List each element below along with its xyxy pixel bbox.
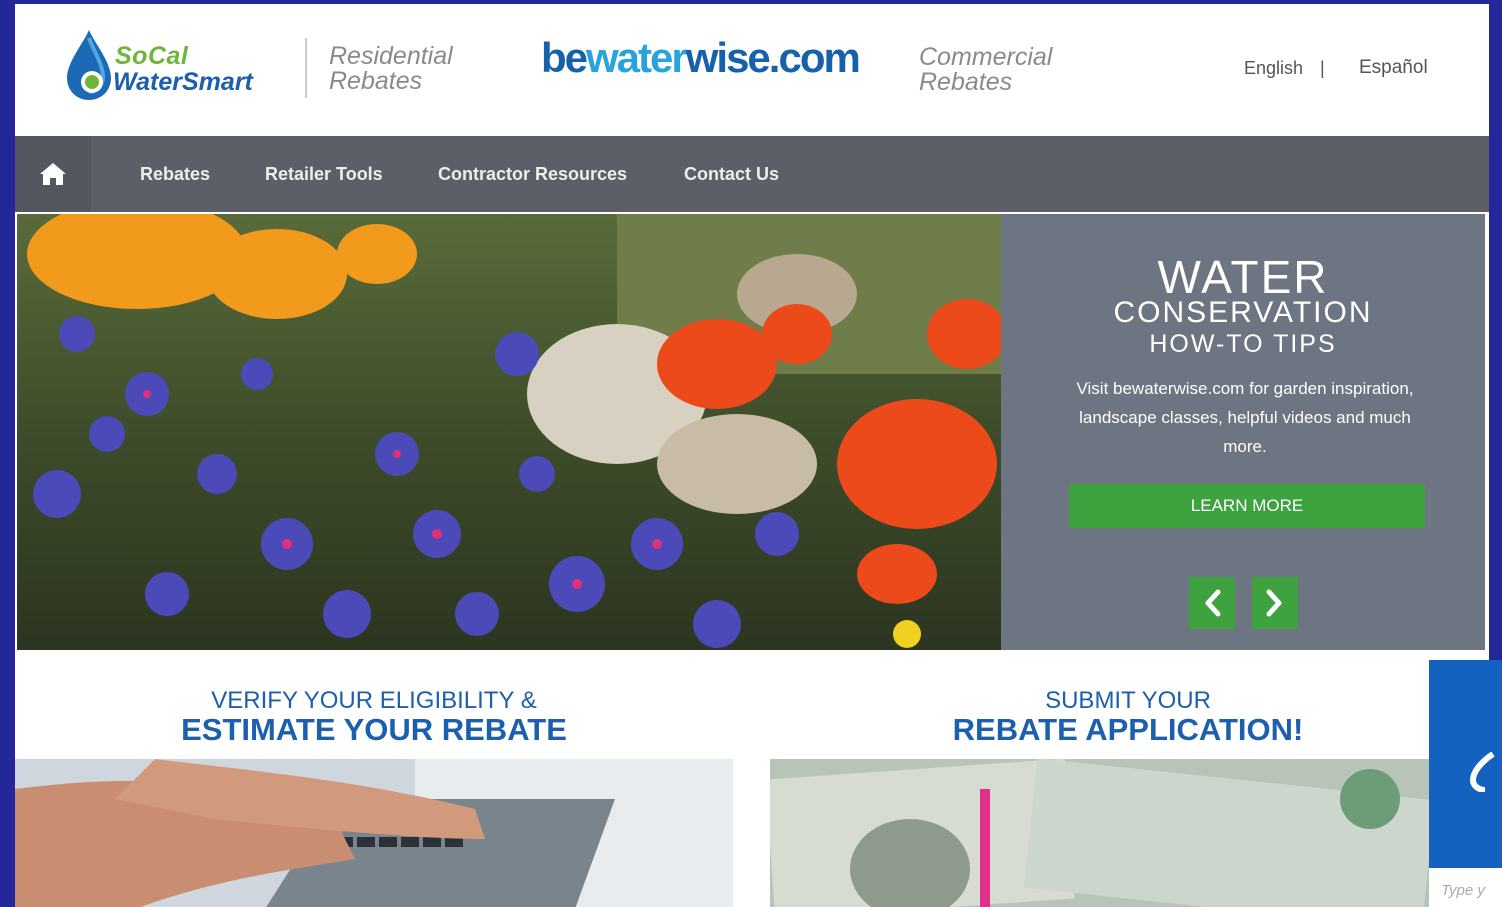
chevron-left-icon bbox=[1205, 589, 1221, 617]
brand-water: water bbox=[586, 34, 688, 81]
socal-watersmart-logo[interactable]: SoCal WaterSmart bbox=[65, 28, 295, 108]
money-illustration bbox=[770, 759, 1430, 907]
hero-panel: WATER CONSERVATION HOW-TO TIPS Visit bew… bbox=[1001, 214, 1485, 650]
site-header: SoCal WaterSmart Residential Rebates bew… bbox=[15, 4, 1489, 136]
chat-widget-header bbox=[1429, 660, 1502, 868]
hero-description: Visit bewaterwise.com for garden inspira… bbox=[1076, 379, 1414, 456]
chat-logo-icon bbox=[1469, 752, 1495, 792]
residential-rebates-link[interactable]: Residential Rebates bbox=[329, 44, 489, 94]
laptop-illustration bbox=[15, 759, 733, 907]
brand-wise: wise.com bbox=[685, 34, 861, 81]
language-spanish-link[interactable]: Español bbox=[1359, 57, 1428, 79]
estimate-rebate-heading[interactable]: ESTIMATE YOUR REBATE bbox=[15, 712, 733, 748]
learn-more-button[interactable]: LEARN MORE bbox=[1069, 484, 1425, 528]
residential-line1: Residential bbox=[329, 42, 453, 70]
residential-line2: Rebates bbox=[329, 67, 423, 95]
nav-item-rebates[interactable]: Rebates bbox=[140, 164, 210, 185]
commercial-line1: Commercial bbox=[919, 43, 1053, 71]
brand-be: be bbox=[541, 34, 588, 81]
page: SoCal WaterSmart Residential Rebates bew… bbox=[15, 4, 1489, 907]
rebate-application-heading[interactable]: REBATE APPLICATION! bbox=[770, 712, 1486, 748]
language-english-link[interactable]: English bbox=[1244, 58, 1303, 79]
nav-item-contractor-resources[interactable]: Contractor Resources bbox=[438, 164, 627, 185]
language-separator: | bbox=[1320, 58, 1325, 78]
logo-watersmart-text: WaterSmart bbox=[113, 68, 253, 96]
nav-item-contact-us[interactable]: Contact Us bbox=[684, 164, 779, 185]
chevron-right-icon bbox=[1266, 589, 1282, 617]
commercial-rebates-link[interactable]: Commercial Rebates bbox=[919, 45, 1089, 95]
chat-input-placeholder[interactable]: Type y bbox=[1441, 882, 1485, 899]
money-image[interactable] bbox=[770, 759, 1430, 907]
slider-next-button[interactable] bbox=[1252, 577, 1298, 629]
chat-widget[interactable]: Type y bbox=[1429, 660, 1502, 907]
submit-subheading: SUBMIT YOUR bbox=[1045, 687, 1211, 714]
logo-socal-text: SoCal bbox=[115, 42, 189, 70]
nav-item-retailer-tools[interactable]: Retailer Tools bbox=[265, 164, 383, 185]
commercial-line2: Rebates bbox=[919, 68, 1013, 96]
bewaterwise-logo[interactable]: bewaterwise.com bbox=[541, 34, 861, 82]
hero-flower-image bbox=[17, 214, 1001, 650]
home-icon bbox=[40, 163, 66, 185]
header-divider bbox=[305, 38, 307, 98]
main-nav: Rebates Retailer Tools Contractor Resour… bbox=[15, 136, 1489, 212]
laptop-typing-image[interactable] bbox=[15, 759, 733, 907]
eligibility-subheading: VERIFY YOUR ELIGIBILITY & bbox=[211, 687, 537, 714]
flower-illustration bbox=[17, 214, 1001, 650]
slider-prev-button[interactable] bbox=[1189, 577, 1235, 629]
hero-title-howto: HOW-TO TIPS bbox=[1149, 330, 1337, 358]
nav-home-button[interactable] bbox=[15, 136, 91, 212]
hero-title-conservation: CONSERVATION bbox=[1113, 296, 1373, 329]
water-drop-logo-icon bbox=[67, 30, 111, 100]
